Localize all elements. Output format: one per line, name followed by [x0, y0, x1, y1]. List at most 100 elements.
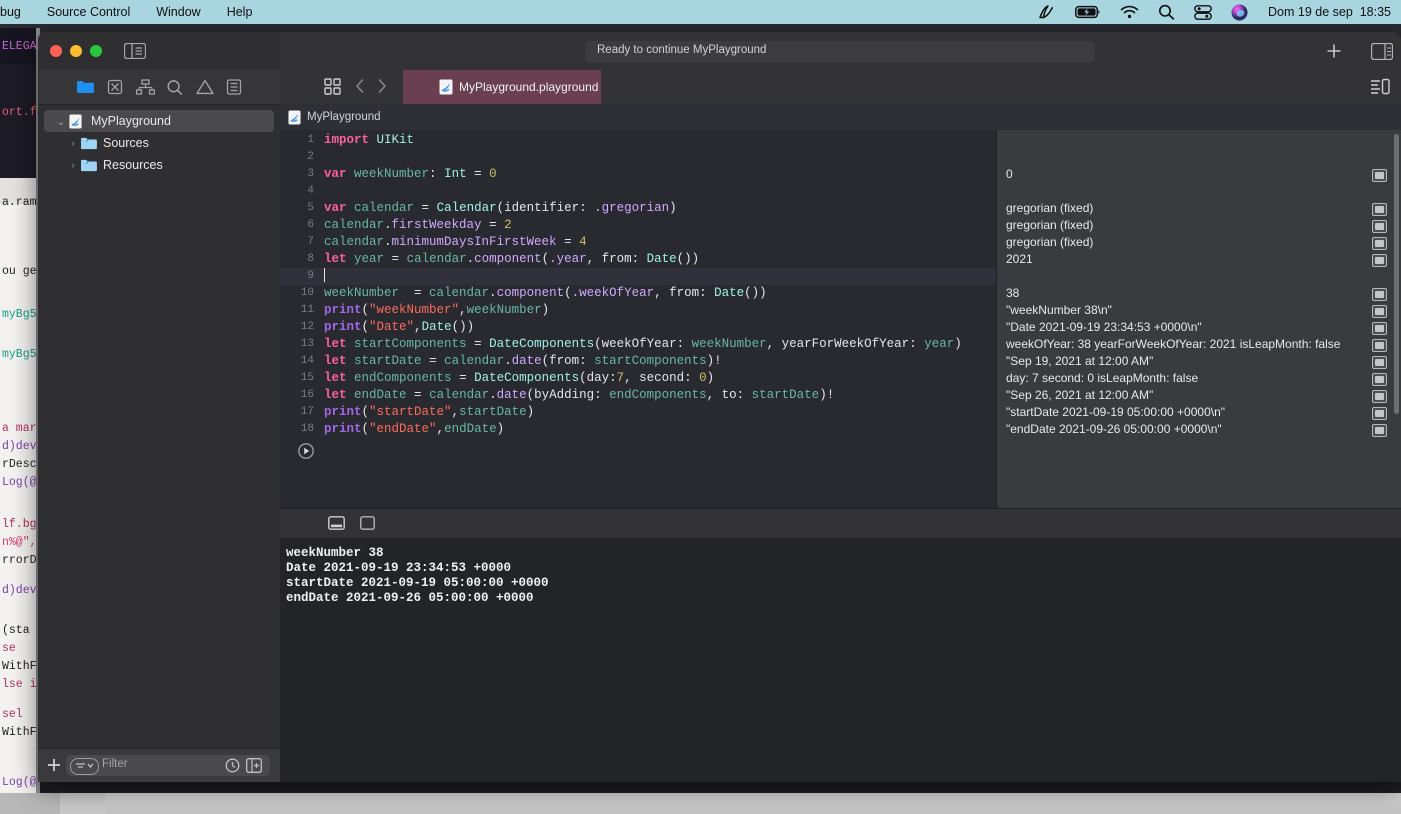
control-center-icon[interactable]: [1194, 4, 1212, 20]
menubar-status-items[interactable]: Dom 19 de sep 18:35: [1018, 0, 1391, 24]
result-row[interactable]: [997, 268, 1401, 285]
code-line[interactable]: 11 print("weekNumber",weekNumber): [280, 302, 997, 319]
minimize-button[interactable]: [70, 45, 82, 57]
result-row[interactable]: gregorian (fixed): [997, 200, 1401, 217]
result-row[interactable]: 2021: [997, 251, 1401, 268]
code-line[interactable]: 5 var calendar = Calendar(identifier: .gr…: [280, 200, 997, 217]
code-line[interactable]: 14 let startDate = calendar.date(from: st…: [280, 353, 997, 370]
code-line[interactable]: 7 calendar.minimumDaysInFirstWeek = 4: [280, 234, 997, 251]
chevron-down-icon[interactable]: ⌄: [54, 115, 68, 128]
quick-look-button[interactable]: [1372, 424, 1387, 437]
quick-look-button[interactable]: [1372, 220, 1387, 233]
result-row[interactable]: "Date 2021-09-19 23:34:53 +0000\n": [997, 319, 1401, 336]
code-line[interactable]: 13 let startComponents = DateComponents(w…: [280, 336, 997, 353]
quick-look-button[interactable]: [1372, 390, 1387, 403]
source-control-icon[interactable]: [106, 79, 124, 96]
toggle-navigator-icon[interactable]: [124, 43, 146, 59]
folder-icon[interactable]: [76, 79, 94, 96]
code-line[interactable]: 9: [280, 268, 997, 285]
chevron-right-icon[interactable]: ›: [66, 160, 80, 170]
filter-input[interactable]: Filter: [66, 755, 270, 776]
code-editor[interactable]: 1 import UIKit 2 3 var weekNumber: Int = 0 4 5…: [280, 130, 997, 508]
code-line[interactable]: 8 let year = calendar.component(.year, fr…: [280, 251, 997, 268]
recent-clock-icon[interactable]: [225, 758, 240, 773]
result-row[interactable]: "Sep 19, 2021 at 12:00 AM": [997, 353, 1401, 370]
quick-look-button[interactable]: [1372, 373, 1387, 386]
code-line[interactable]: 15 let endComponents = DateComponents(day…: [280, 370, 997, 387]
code-line[interactable]: 18 print("endDate",endDate): [280, 421, 997, 438]
macos-menubar[interactable]: bug Source Control Window Help Dom 19 de…: [0, 0, 1401, 24]
code-line[interactable]: 16 let endDate = calendar.date(byAdding: …: [280, 387, 997, 404]
expand-box-icon[interactable]: [246, 758, 262, 773]
close-button[interactable]: [50, 45, 62, 57]
wifi-icon[interactable]: [1120, 5, 1139, 19]
show-console-icon[interactable]: [328, 516, 345, 530]
result-row[interactable]: [997, 149, 1401, 166]
grid-view-icon[interactable]: [324, 78, 341, 95]
sidebar-item-resources[interactable]: › Resources: [38, 154, 280, 176]
toggle-inspector-icon[interactable]: [1371, 43, 1393, 60]
navigator-filter-bar[interactable]: Filter: [38, 748, 280, 782]
quick-look-button[interactable]: [1372, 407, 1387, 420]
sidebar-item-myplayground[interactable]: ⌄ MyPlayground: [44, 110, 274, 132]
sidebar-item-sources[interactable]: › Sources: [38, 132, 280, 154]
back-chevron-icon[interactable]: [352, 77, 368, 95]
menu-item-help[interactable]: Help: [227, 5, 253, 19]
xcode-window[interactable]: Ready to continue MyPlayground ⌄ MyPlayg…: [38, 32, 1401, 782]
result-row[interactable]: "weekNumber 38\n": [997, 302, 1401, 319]
editor-options-icon[interactable]: [1370, 78, 1390, 95]
quick-look-button[interactable]: [1372, 322, 1387, 335]
menu-item-window[interactable]: Window: [156, 5, 200, 19]
run-playground-button[interactable]: [298, 443, 314, 459]
code-line[interactable]: 1 import UIKit: [280, 132, 997, 149]
code-line[interactable]: 6 calendar.firstWeekday = 2: [280, 217, 997, 234]
menubar-items[interactable]: bug Source Control Window Help: [0, 5, 278, 19]
result-row[interactable]: 0: [997, 166, 1401, 183]
report-icon[interactable]: [226, 79, 244, 96]
add-button[interactable]: [1326, 43, 1342, 59]
siri-icon[interactable]: [1231, 4, 1248, 21]
menubar-clock[interactable]: Dom 19 de sep 18:35: [1268, 5, 1391, 19]
issue-warning-icon[interactable]: [196, 79, 214, 96]
tab-myplayground[interactable]: MyPlayground.playground: [403, 70, 601, 104]
menu-item-bug[interactable]: bug: [0, 5, 21, 19]
result-row[interactable]: [997, 183, 1401, 200]
symbol-hierarchy-icon[interactable]: [136, 79, 155, 96]
creative-cloud-icon[interactable]: [1037, 4, 1056, 21]
search-icon[interactable]: [1158, 4, 1175, 20]
quick-look-button[interactable]: [1372, 305, 1387, 318]
code-line[interactable]: 3 var weekNumber: Int = 0: [280, 166, 997, 183]
result-row[interactable]: "Sep 26, 2021 at 12:00 AM": [997, 387, 1401, 404]
quick-look-button[interactable]: [1372, 356, 1387, 369]
result-row[interactable]: weekOfYear: 38 yearForWeekOfYear: 2021 i…: [997, 336, 1401, 353]
chevron-right-icon[interactable]: ›: [66, 138, 80, 148]
code-lines[interactable]: 1 import UIKit 2 3 var weekNumber: Int = 0 4 5…: [280, 130, 997, 438]
quick-look-button[interactable]: [1372, 254, 1387, 267]
console-toolbar[interactable]: [280, 508, 1401, 540]
result-row[interactable]: [997, 132, 1401, 149]
background-editor-window[interactable]: ELEGA ort.fre a.ram ou get myBg5 myBg5 a mar d)…: [0, 28, 40, 793]
code-line[interactable]: 12 print("Date",Date()): [280, 319, 997, 336]
zoom-button[interactable]: [90, 45, 102, 57]
result-row[interactable]: day: 7 second: 0 isLeapMonth: false: [997, 370, 1401, 387]
result-row[interactable]: "endDate 2021-09-26 05:00:00 +0000\n": [997, 421, 1401, 438]
code-line[interactable]: 17 print("startDate",startDate): [280, 404, 997, 421]
console-output[interactable]: weekNumber 38 Date 2021-09-19 23:34:53 +0…: [280, 538, 1401, 782]
menu-item-source-control[interactable]: Source Control: [47, 5, 130, 19]
editor-area[interactable]: MyPlayground.playground MyPlayground 1 i…: [280, 70, 1401, 782]
add-file-button[interactable]: [47, 758, 61, 772]
result-row[interactable]: gregorian (fixed): [997, 234, 1401, 251]
result-row[interactable]: 38: [997, 285, 1401, 302]
code-line[interactable]: 10 weekNumber = calendar.component(.weekO…: [280, 285, 997, 302]
results-lines[interactable]: 0 gregorian (fixed) gregorian (fixed) grego…: [997, 130, 1401, 438]
result-row[interactable]: gregorian (fixed): [997, 217, 1401, 234]
show-results-icon[interactable]: [360, 516, 375, 530]
quick-look-button[interactable]: [1372, 169, 1387, 182]
forward-chevron-icon[interactable]: [374, 77, 390, 95]
project-navigator[interactable]: ⌄ MyPlayground › Sources › Resources Filter: [38, 70, 280, 782]
results-sidebar[interactable]: 0 gregorian (fixed) gregorian (fixed) grego…: [997, 130, 1401, 508]
result-row[interactable]: "startDate 2021-09-19 05:00:00 +0000\n": [997, 404, 1401, 421]
code-line[interactable]: 4: [280, 183, 997, 200]
breadcrumb[interactable]: MyPlayground: [280, 104, 1401, 131]
battery-charging-icon[interactable]: [1075, 5, 1101, 19]
